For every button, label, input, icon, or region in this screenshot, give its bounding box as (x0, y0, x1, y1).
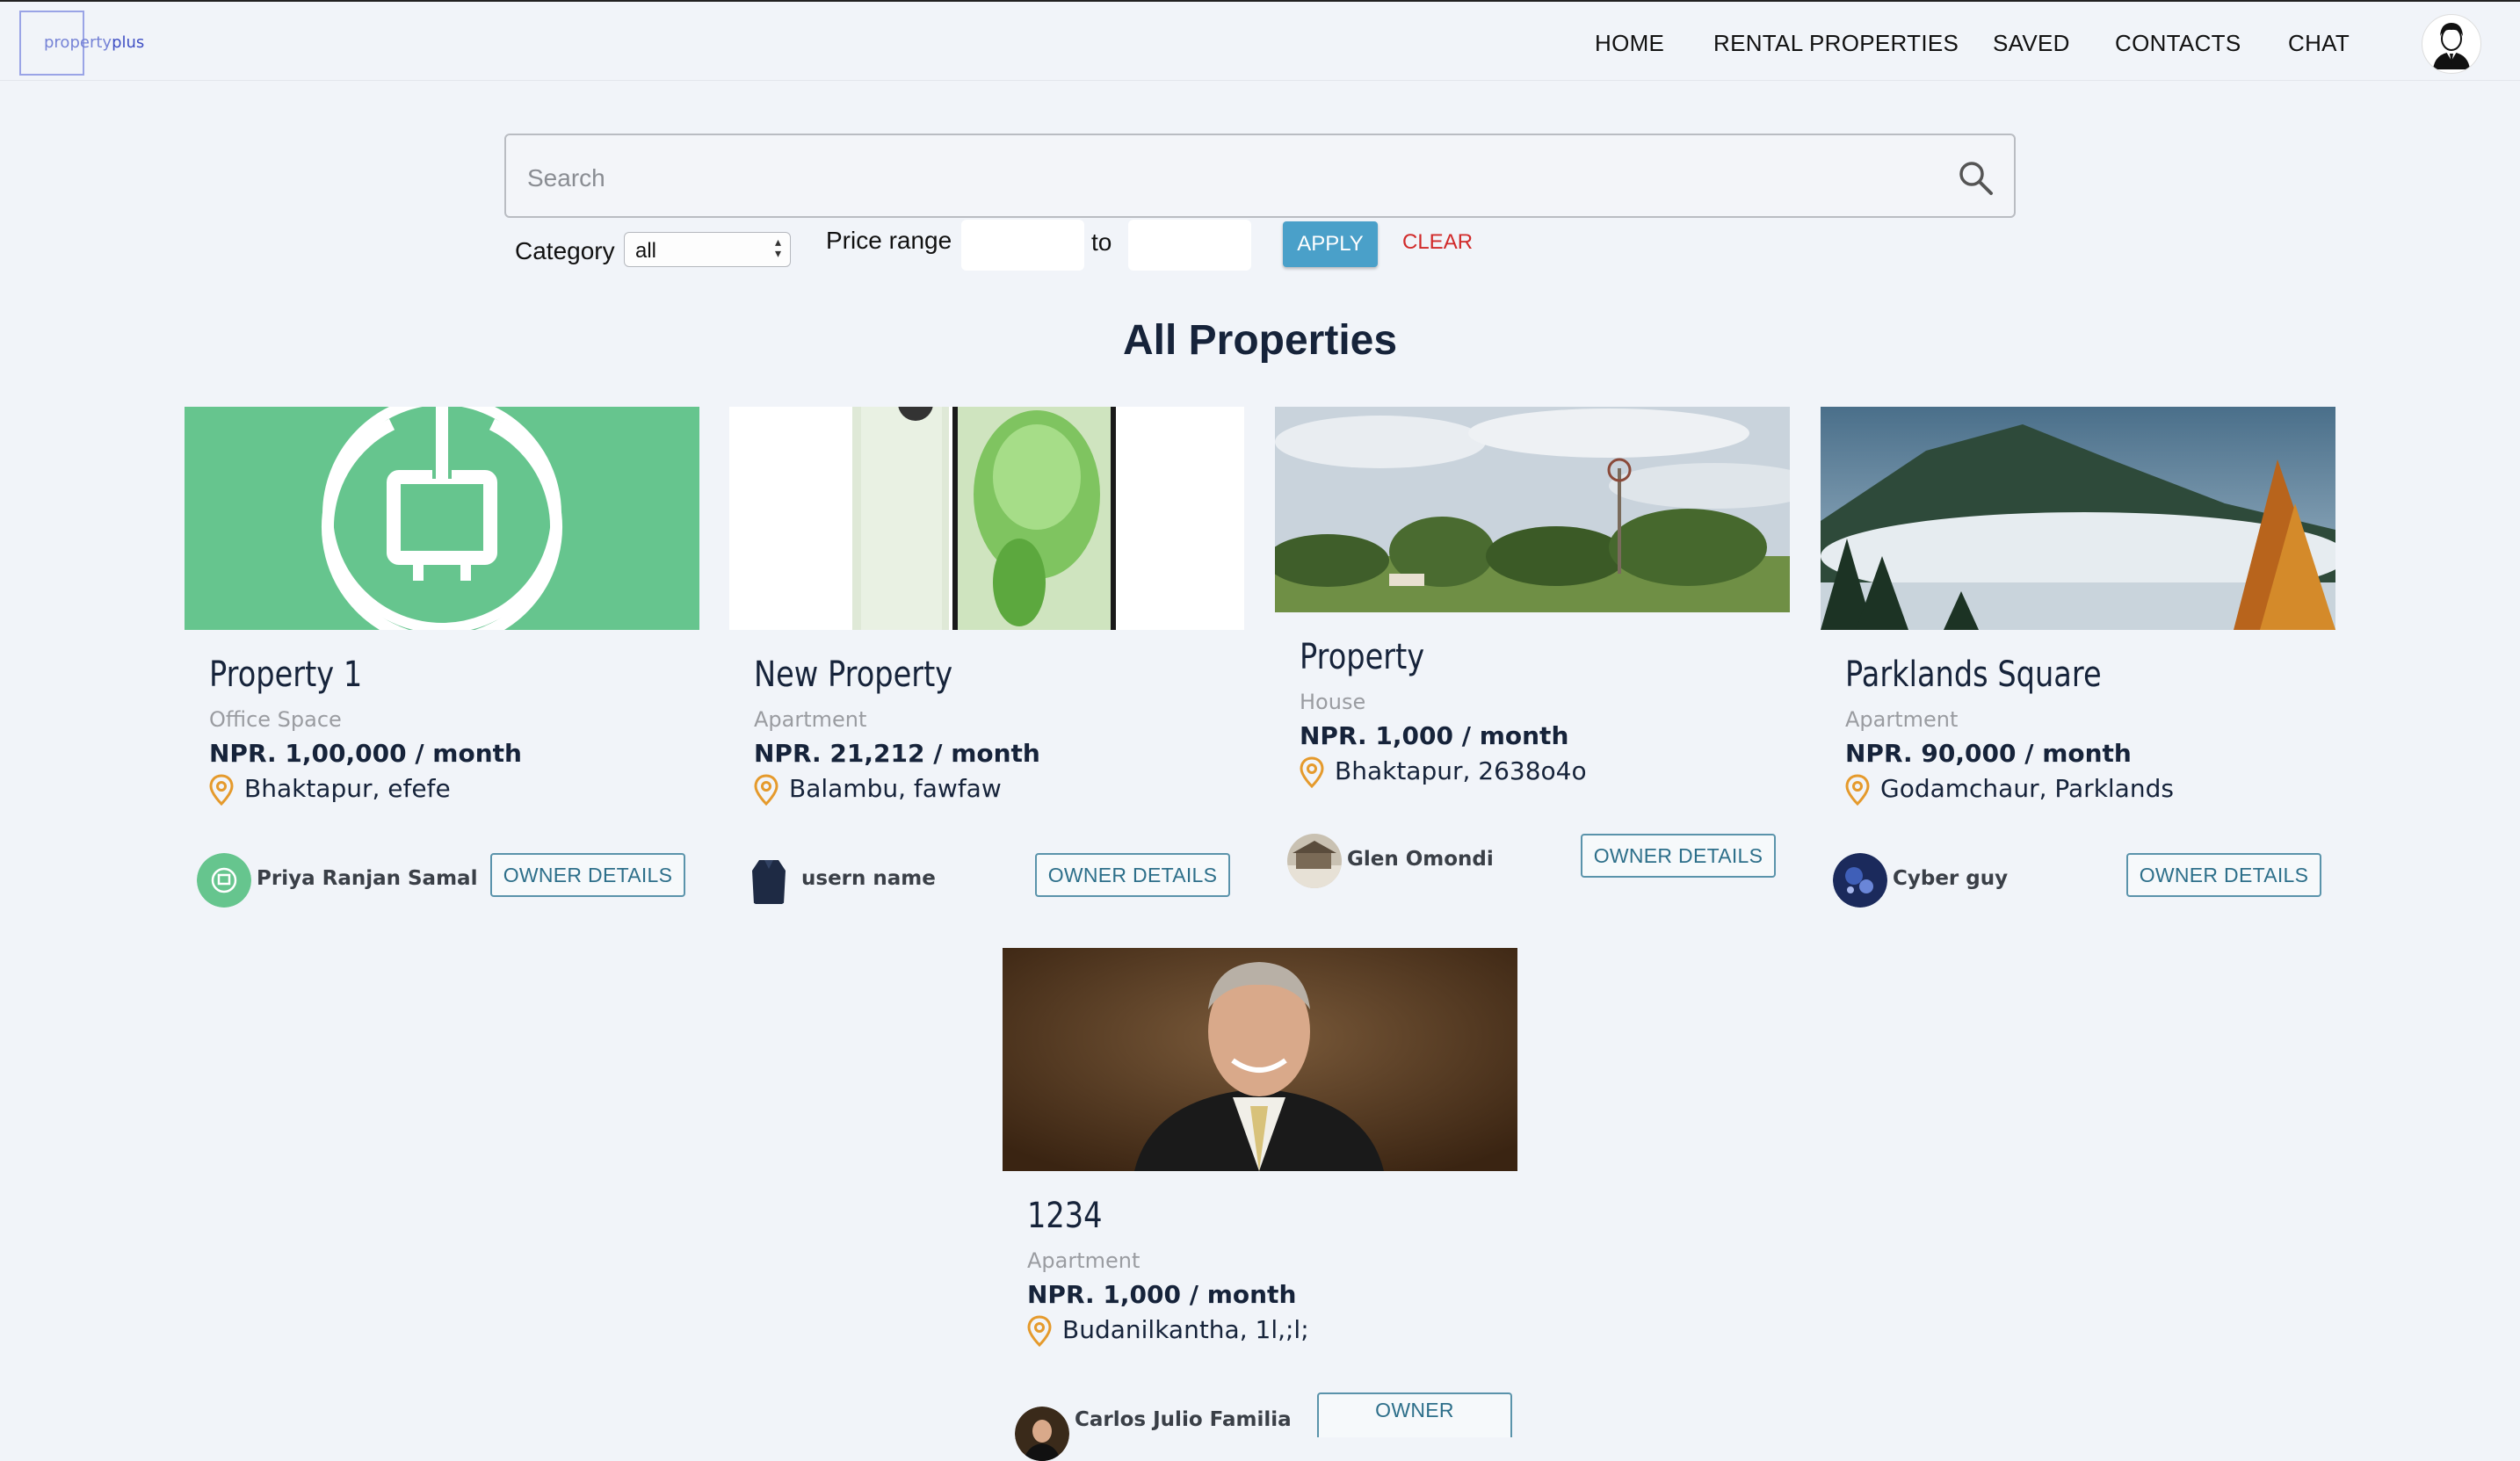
category-select[interactable]: all ▴ ▾ (624, 232, 791, 267)
property-location: Balambu, fawfaw (754, 774, 1002, 806)
property-image[interactable] (185, 407, 699, 630)
portrait-image (1003, 948, 1517, 1171)
owner-avatar[interactable] (197, 853, 251, 908)
property-location-text: Bhaktapur, 2638o4o (1335, 756, 1587, 785)
location-pin-icon (1027, 1315, 1052, 1348)
nav-saved[interactable]: SAVED (1993, 30, 2070, 57)
brand-name-part2: plus (112, 33, 145, 52)
property-location: Budanilkantha, 1l,;l; (1027, 1315, 1309, 1348)
property-category: Office Space (209, 707, 342, 732)
property-location: Bhaktapur, 2638o4o (1300, 756, 1587, 789)
property-image[interactable] (1003, 948, 1517, 1171)
location-pin-icon (1300, 756, 1324, 789)
clear-button[interactable]: CLEAR (1402, 230, 1473, 255)
property-title[interactable]: New Property (754, 655, 952, 695)
owner-name: Glen Omondi (1347, 848, 1494, 871)
cyber-avatar-icon (1833, 853, 1887, 908)
landscape-image (1275, 407, 1790, 612)
property-price: NPR. 90,000 / month (1845, 739, 2132, 768)
property-price: NPR. 21,212 / month (754, 739, 1040, 768)
property-category: Apartment (1845, 707, 1959, 732)
property-location-text: Bhaktapur, efefe (244, 774, 451, 803)
user-avatar-icon (2423, 16, 2480, 72)
property-title[interactable]: Property (1300, 637, 1424, 677)
property-title[interactable]: Parklands Square (1845, 655, 2102, 695)
price-to-label: to (1091, 228, 1112, 256)
plug-image (185, 407, 699, 630)
property-location: Bhaktapur, efefe (209, 774, 451, 806)
owner-avatar[interactable] (742, 853, 796, 908)
property-category: Apartment (754, 707, 867, 732)
property-location-text: Budanilkantha, 1l,;l; (1062, 1315, 1309, 1344)
property-card[interactable]: Parklands Square Apartment NPR. 90,000 /… (1821, 407, 2335, 916)
property-location-text: Balambu, fawfaw (789, 774, 1002, 803)
brand-name-part1: property (44, 33, 112, 52)
owner-details-button[interactable]: OWNER (1317, 1392, 1512, 1437)
property-title[interactable]: 1234 (1027, 1196, 1103, 1236)
search-bar (504, 134, 2016, 218)
owner-avatar[interactable] (1287, 834, 1342, 888)
property-price: NPR. 1,000 / month (1027, 1280, 1297, 1309)
nav-home[interactable]: HOME (1595, 30, 1664, 57)
owner-details-button[interactable]: OWNER DETAILS (2126, 853, 2321, 897)
category-select-value: all (635, 239, 657, 263)
property-title[interactable]: Property 1 (209, 655, 362, 695)
nav-contacts[interactable]: CONTACTS (2115, 30, 2241, 57)
mountain-image (1821, 407, 2335, 630)
owner-name: Carlos Julio Familia (1075, 1408, 1292, 1431)
property-location: Godamchaur, Parklands (1845, 774, 2174, 806)
price-min-input[interactable] (961, 220, 1084, 271)
person-avatar-icon (1015, 1407, 1069, 1461)
nav-rental-properties[interactable]: RENTAL PROPERTIES (1713, 30, 1959, 57)
property-price: NPR. 1,000 / month (1300, 721, 1569, 750)
apply-button[interactable]: APPLY (1283, 221, 1378, 267)
nav-chat[interactable]: CHAT (2288, 30, 2350, 57)
property-card[interactable]: Property House NPR. 1,000 / month Bhakta… (1275, 407, 1790, 899)
owner-details-button[interactable]: OWNER DETAILS (1035, 853, 1230, 897)
property-category: Apartment (1027, 1248, 1141, 1273)
owner-details-button[interactable]: OWNER DETAILS (1581, 834, 1776, 878)
property-card[interactable]: Property 1 Office Space NPR. 1,00,000 / … (185, 407, 699, 916)
property-location-text: Godamchaur, Parklands (1880, 774, 2174, 803)
location-pin-icon (1845, 774, 1870, 806)
owner-name: usern name (801, 867, 936, 890)
owner-avatar[interactable] (1015, 1407, 1069, 1461)
user-avatar[interactable] (2422, 14, 2481, 74)
logo-text[interactable]: propertyplus (44, 33, 144, 52)
top-navbar: propertyplus HOME RENTAL PROPERTIES SAVE… (0, 0, 2520, 81)
phone-image (729, 407, 1244, 630)
owner-avatar[interactable] (1833, 853, 1887, 908)
property-image[interactable] (1275, 407, 1790, 612)
property-card[interactable]: New Property Apartment NPR. 21,212 / mon… (729, 407, 1244, 916)
property-card[interactable]: 1234 Apartment NPR. 1,000 / month Budani… (1003, 948, 1517, 1461)
price-max-input[interactable] (1128, 220, 1251, 271)
price-range-label: Price range (826, 227, 952, 254)
house-avatar-icon (1287, 834, 1342, 888)
property-category: House (1300, 690, 1366, 714)
location-pin-icon (209, 774, 234, 806)
category-label: Category (515, 237, 615, 264)
select-arrows-icon: ▴ ▾ (774, 235, 781, 260)
location-pin-icon (754, 774, 778, 806)
page-title: All Properties (1122, 317, 1398, 364)
search-input[interactable] (525, 158, 1900, 199)
property-image[interactable] (1821, 407, 2335, 630)
owner-details-button[interactable]: OWNER DETAILS (490, 853, 685, 897)
owner-name: Cyber guy (1893, 867, 2009, 890)
shirt-avatar-icon (742, 853, 796, 908)
owner-name: Priya Ranjan Samal (257, 867, 478, 890)
property-price: NPR. 1,00,000 / month (209, 739, 522, 768)
search-icon[interactable] (1956, 158, 1995, 197)
owner-avatar-icon (197, 853, 251, 908)
property-image[interactable] (729, 407, 1244, 630)
